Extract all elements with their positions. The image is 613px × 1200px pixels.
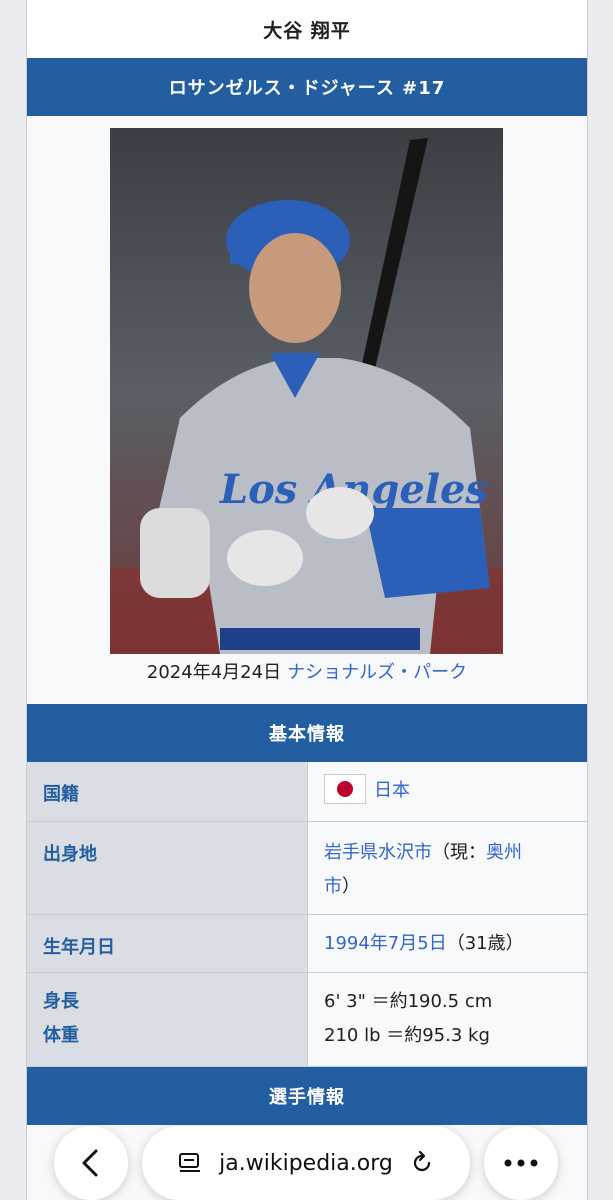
photo-caption: 2024年4月24日 ナショナルズ・パーク: [27, 658, 587, 684]
caption-date: 2024年4月24日: [146, 662, 282, 683]
player-name: 大谷 翔平: [27, 0, 587, 58]
photo-area: Los Angeles 2024年4月24日 ナショナルズ・パーク: [27, 116, 587, 704]
address-bar[interactable]: ja.wikipedia.org: [142, 1126, 470, 1200]
value-weight: 210 lb ＝約95.3 kg: [324, 1025, 490, 1046]
section-player-info: 選手情報: [27, 1067, 587, 1125]
back-button[interactable]: [54, 1126, 128, 1200]
url-text: ja.wikipedia.org: [219, 1150, 393, 1176]
team-header: ロサンゼルス・ドジャース #17: [27, 58, 587, 116]
age-text: （31歳）: [446, 933, 524, 954]
row-height-weight: 身長 体重 6' 3" ＝約190.5 cm 210 lb ＝約95.3 kg: [27, 973, 587, 1067]
section-basic-info: 基本情報: [27, 704, 587, 762]
row-birthdate: 生年月日 1994年7月5日（31歳）: [27, 915, 587, 973]
reload-icon[interactable]: [409, 1150, 435, 1176]
oshu-link-part1[interactable]: 奥州: [486, 842, 522, 863]
row-label-birthplace: 出身地: [27, 822, 307, 914]
birthplace-note-open: （現：: [432, 842, 486, 863]
reader-mode-icon[interactable]: [177, 1150, 203, 1176]
value-height: 6' 3" ＝約190.5 cm: [324, 991, 493, 1012]
label-weight: 体重: [43, 1025, 79, 1046]
row-value-nationality: 日本: [307, 762, 587, 821]
row-value-height-weight: 6' 3" ＝約190.5 cm 210 lb ＝約95.3 kg: [307, 973, 587, 1066]
more-button[interactable]: [484, 1126, 558, 1200]
row-value-birthplace: 岩手県水沢市（現：奥州 市）: [307, 822, 587, 914]
row-nationality: 国籍 日本: [27, 762, 587, 822]
chevron-left-icon: [82, 1149, 98, 1177]
infobox: 大谷 翔平 ロサンゼルス・ドジャース #17 Los Angeles 2024年…: [26, 0, 588, 1200]
japan-flag-icon: [324, 774, 366, 804]
label-height: 身長: [43, 991, 79, 1012]
row-birthplace: 出身地 岩手県水沢市（現：奥州 市）: [27, 822, 587, 915]
row-value-birthdate: 1994年7月5日（31歳）: [307, 915, 587, 972]
birthplace-note-close: ）: [342, 876, 360, 897]
birthdate-link[interactable]: 1994年7月5日: [324, 933, 447, 954]
nationality-link[interactable]: 日本: [374, 780, 410, 801]
browser-toolbar: ja.wikipedia.org: [0, 1120, 613, 1200]
row-label-height-weight: 身長 体重: [27, 973, 307, 1066]
player-photo[interactable]: Los Angeles: [110, 128, 503, 654]
ellipsis-icon: [504, 1159, 538, 1167]
birthplace-link[interactable]: 岩手県水沢市: [324, 842, 432, 863]
caption-location-link[interactable]: ナショナルズ・パーク: [287, 662, 467, 683]
row-label-birthdate: 生年月日: [27, 915, 307, 972]
row-label-nationality: 国籍: [27, 762, 307, 821]
oshu-link-part2[interactable]: 市: [324, 876, 342, 897]
